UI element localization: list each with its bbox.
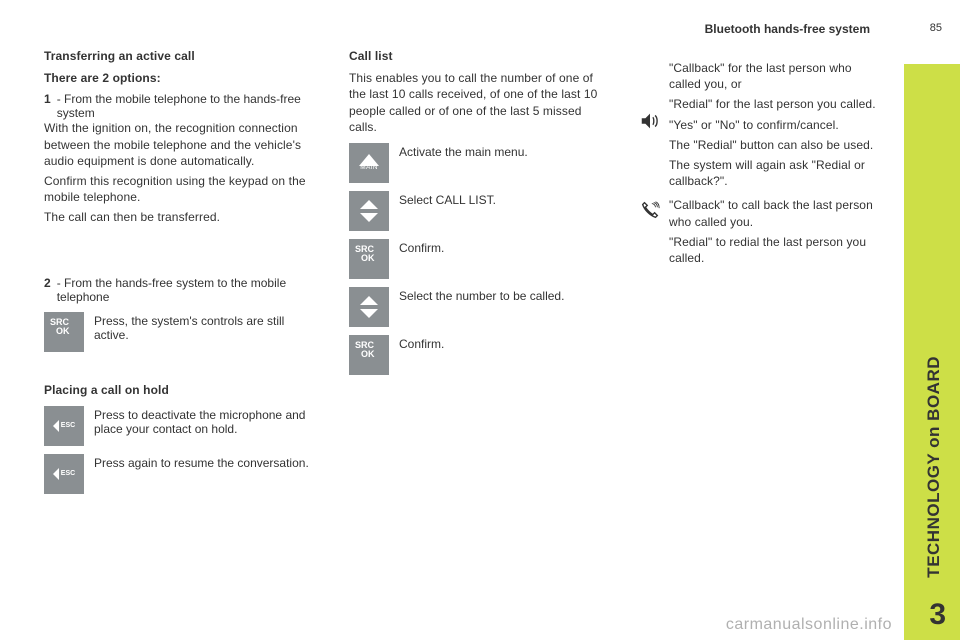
- option-2: 2 - From the hands-free system to the mo…: [44, 276, 319, 304]
- hold-row-1: ESC Press to deactivate the microphone a…: [44, 406, 319, 446]
- step-3: SRC OK Confirm.: [349, 239, 609, 279]
- arrow-down-icon: [360, 309, 378, 318]
- option-2-number: 2: [44, 276, 51, 304]
- callback-2b: "Redial" to redial the last person you c…: [669, 234, 879, 266]
- src-ok-icon: SRC OK: [44, 312, 84, 352]
- ok-label: OK: [56, 327, 70, 336]
- esc-label: ESC: [61, 470, 75, 477]
- step-3-text: Confirm.: [399, 239, 609, 255]
- ok-label: OK: [361, 350, 375, 359]
- step-5: SRC OK Confirm.: [349, 335, 609, 375]
- heading-transferring: Transferring an active call: [44, 48, 319, 64]
- callback-1c: "Yes" or "No" to confirm/cancel.: [669, 117, 879, 133]
- esc-icon: ESC: [44, 406, 84, 446]
- section-sidebar: TECHNOLOGY on BOARD 3: [904, 64, 960, 640]
- arrow-down-icon: [360, 213, 378, 222]
- speaker-icon: [639, 110, 661, 132]
- heading-hold: Placing a call on hold: [44, 382, 319, 398]
- page-content: Transferring an active call There are 2 …: [44, 48, 864, 494]
- main-menu-icon: MAIN: [349, 143, 389, 183]
- step-1-text: Activate the main menu.: [399, 143, 609, 159]
- esc-icon: ESC: [44, 454, 84, 494]
- hold-row-2: ESC Press again to resume the conversati…: [44, 454, 319, 494]
- step-2: Select CALL LIST.: [349, 191, 609, 231]
- page-number: 85: [930, 22, 942, 34]
- chapter-number: 3: [929, 598, 946, 632]
- callback-1e: The system will again ask "Redial or cal…: [669, 157, 879, 189]
- watermark: carmanualsonline.info: [726, 616, 892, 634]
- main-label: MAIN: [360, 164, 377, 171]
- section-title: TECHNOLOGY on BOARD: [924, 356, 944, 578]
- step-4: Select the number to be called.: [349, 287, 609, 327]
- step-2-text: Select CALL LIST.: [399, 191, 609, 207]
- step-4-text: Select the number to be called.: [399, 287, 609, 303]
- column-transfer: Transferring an active call There are 2 …: [44, 48, 319, 494]
- options-intro: There are 2 options:: [44, 70, 319, 86]
- column-callback: "Callback" for the last person who calle…: [639, 48, 879, 494]
- para-transfer: The call can then be transferred.: [44, 209, 319, 225]
- up-down-icon: [349, 191, 389, 231]
- arrow-up-icon: [360, 296, 378, 305]
- arrow-up-icon: [360, 200, 378, 209]
- esc-label: ESC: [61, 422, 75, 429]
- para-confirm: Confirm this recognition using the keypa…: [44, 173, 319, 205]
- column-call-list: Call list This enables you to call the n…: [349, 48, 609, 494]
- src-ok-icon: SRC OK: [349, 335, 389, 375]
- para-recognition: With the ignition on, the recognition co…: [44, 120, 319, 169]
- step-1: MAIN Activate the main menu.: [349, 143, 609, 183]
- back-arrow-icon: [53, 468, 59, 480]
- src-ok-icon: SRC OK: [349, 239, 389, 279]
- option-1-number: 1: [44, 92, 51, 120]
- call-list-intro: This enables you to call the number of o…: [349, 70, 609, 135]
- option-2-action-text: Press, the system's controls are still a…: [94, 312, 319, 342]
- ok-label: OK: [361, 254, 375, 263]
- back-arrow-icon: [53, 420, 59, 432]
- option-2-text: - From the hands-free system to the mobi…: [57, 276, 319, 304]
- option-1: 1 - From the mobile telephone to the han…: [44, 92, 319, 120]
- page-header: Bluetooth hands-free system: [0, 22, 870, 36]
- up-down-icon: [349, 287, 389, 327]
- hold-1-text: Press to deactivate the microphone and p…: [94, 406, 319, 436]
- step-5-text: Confirm.: [399, 335, 609, 351]
- callback-2a: "Callback" to call back the last person …: [669, 197, 879, 229]
- callback-1d: The "Redial" button can also be used.: [669, 137, 879, 153]
- callback-1b: "Redial" for the last person you called.: [669, 96, 879, 112]
- heading-call-list: Call list: [349, 48, 609, 64]
- option-1-text: - From the mobile telephone to the hands…: [57, 92, 319, 120]
- hold-2-text: Press again to resume the conversation.: [94, 454, 319, 470]
- callback-1a: "Callback" for the last person who calle…: [669, 60, 879, 92]
- option-2-action-row: SRC OK Press, the system's controls are …: [44, 312, 319, 352]
- redial-icon: [639, 199, 661, 221]
